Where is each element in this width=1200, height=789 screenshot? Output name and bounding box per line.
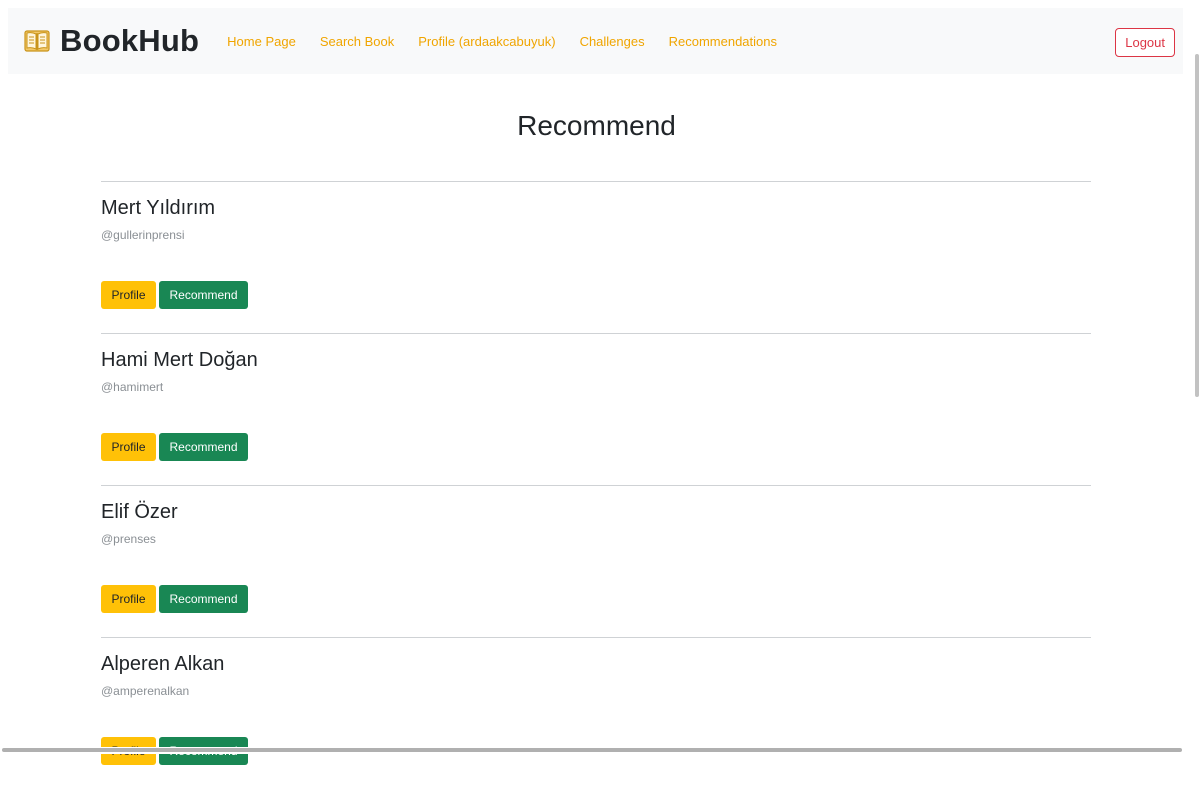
recommend-button[interactable]: Recommend (159, 281, 248, 309)
user-name: Hami Mert Doğan (101, 349, 258, 372)
profile-button[interactable]: Profile (101, 585, 156, 613)
user-card: Elif Özer @prenses Profile Recommend (101, 485, 1091, 637)
recommend-button[interactable]: Recommend (159, 585, 248, 613)
nav-link-recommendations[interactable]: Recommendations (669, 34, 777, 49)
nav-link-profile[interactable]: Profile (ardaakcabuyuk) (418, 34, 555, 49)
user-actions: Profile Recommend (101, 585, 251, 613)
user-list: Mert Yıldırım @gullerinprensi Profile Re… (101, 181, 1091, 789)
recommend-button[interactable]: Recommend (159, 433, 248, 461)
vertical-scrollbar[interactable] (1193, 0, 1200, 754)
user-card: Alperen Alkan @amperenalkan Profile Reco… (101, 637, 1091, 789)
open-book-icon (24, 29, 50, 53)
user-card: Hami Mert Doğan @hamimert Profile Recomm… (101, 333, 1091, 485)
profile-button[interactable]: Profile (101, 433, 156, 461)
top-navbar: BookHub Home Page Search Book Profile (a… (8, 8, 1183, 74)
logout-button[interactable]: Logout (1115, 28, 1175, 57)
user-name: Alperen Alkan (101, 653, 224, 676)
brand-name: BookHub (60, 23, 199, 59)
brand-link[interactable]: BookHub (24, 23, 199, 59)
user-handle: @gullerinprensi (101, 228, 185, 242)
user-name: Elif Özer (101, 501, 178, 524)
horizontal-scrollbar[interactable] (0, 747, 1200, 754)
nav-link-challenges[interactable]: Challenges (580, 34, 645, 49)
nav-link-home[interactable]: Home Page (227, 34, 296, 49)
nav-links: Home Page Search Book Profile (ardaakcab… (227, 34, 801, 49)
user-actions: Profile Recommend (101, 433, 251, 461)
user-handle: @prenses (101, 532, 156, 546)
user-handle: @hamimert (101, 380, 163, 394)
vertical-scrollbar-thumb[interactable] (1195, 54, 1199, 397)
horizontal-scrollbar-thumb[interactable] (2, 748, 1182, 752)
user-actions: Profile Recommend (101, 281, 251, 309)
user-name: Mert Yıldırım (101, 197, 215, 220)
page-title: Recommend (0, 110, 1193, 142)
user-card: Mert Yıldırım @gullerinprensi Profile Re… (101, 181, 1091, 333)
nav-link-search-book[interactable]: Search Book (320, 34, 394, 49)
user-handle: @amperenalkan (101, 684, 189, 698)
profile-button[interactable]: Profile (101, 281, 156, 309)
